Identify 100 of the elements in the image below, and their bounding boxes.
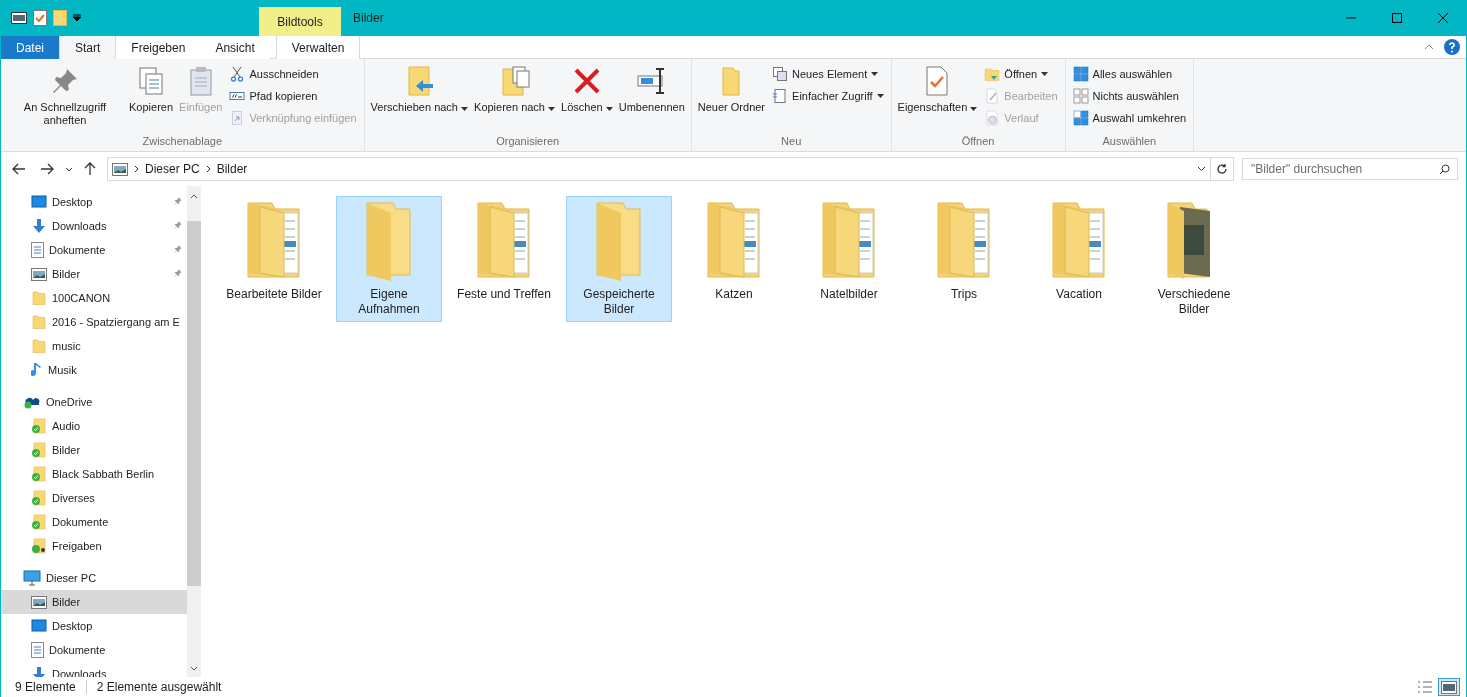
ribbon-button[interactable]: Umbenennen — [616, 63, 687, 116]
computer-icon — [23, 570, 41, 586]
picture-icon — [1441, 680, 1457, 694]
ribbon-button[interactable]: Nichts auswählen — [1069, 85, 1190, 107]
back-icon[interactable] — [12, 163, 26, 175]
synced-folder-icon — [31, 418, 47, 434]
search-field[interactable]: "Bilder" durchsuchen — [1242, 158, 1458, 180]
ribbon-button[interactable]: Öffnen — [981, 63, 1061, 85]
folder-item[interactable]: Katzen — [681, 196, 787, 307]
nav-item[interactable]: Bilder — [1, 262, 187, 286]
ribbon-button[interactable]: Eigenschaften — [895, 63, 980, 116]
folder-icon — [31, 314, 47, 330]
chevron-down-icon[interactable] — [190, 666, 198, 671]
folder-item[interactable]: Eigene Aufnahmen — [336, 196, 442, 322]
chevron-down-icon[interactable] — [1197, 166, 1206, 172]
nav-item[interactable]: Musik — [1, 358, 187, 382]
selection-count: 2 Elemente ausgewählt — [96, 680, 222, 694]
nav-item[interactable]: Dokumente — [1, 238, 187, 262]
ribbon-button[interactable]: Einfacher Zugriff — [769, 85, 887, 107]
picture-icon — [31, 595, 47, 609]
ribbon-button[interactable]: Löschen — [559, 63, 615, 116]
synced-folder-icon — [31, 442, 47, 458]
picture-icon — [31, 267, 47, 281]
ribbon-button[interactable]: Verschieben nach — [368, 63, 471, 116]
nav-item[interactable]: Dieser PC — [1, 566, 187, 590]
folder-item[interactable]: Feste und Treffen — [451, 196, 557, 307]
open-folder-icon — [984, 66, 1001, 82]
nav-item[interactable]: Desktop — [1, 614, 187, 638]
nav-item[interactable]: OneDrive — [1, 390, 187, 414]
breadcrumb[interactable]: Bilder — [216, 162, 248, 176]
nav-item[interactable]: 100CANON — [1, 286, 187, 310]
ribbon-button[interactable]: Neuer Ordner — [695, 63, 768, 116]
monitor-icon — [31, 619, 47, 633]
dropdown-icon[interactable] — [65, 166, 73, 172]
document-icon — [31, 642, 44, 658]
down-arrow-icon — [31, 218, 47, 234]
forward-icon[interactable] — [40, 163, 54, 175]
breadcrumb[interactable]: Dieser PC — [145, 162, 200, 176]
synced-folder-icon — [31, 490, 47, 506]
nav-item[interactable]: Dokumente — [1, 510, 187, 534]
contextual-tab-header: Bildtools — [259, 7, 341, 36]
nav-item[interactable]: Audio — [1, 414, 187, 438]
folder-item[interactable]: Trips — [911, 196, 1017, 307]
address-field[interactable]: Dieser PC Bilder — [107, 157, 1211, 181]
up-arrow-icon[interactable] — [84, 162, 96, 176]
ribbon-button[interactable]: Neues Element — [769, 63, 887, 85]
ribbon-tab[interactable]: Start — [59, 36, 117, 59]
ribbon-button[interactable]: Alles auswählen — [1069, 63, 1190, 85]
item-count: 9 Elemente — [15, 680, 76, 694]
scissors-icon — [229, 66, 246, 82]
nav-item[interactable]: Desktop — [1, 190, 187, 214]
folder-item[interactable]: Vacation — [1026, 196, 1132, 307]
ribbon-button[interactable]: Auswahl umkehren — [1069, 107, 1190, 129]
ribbon-button[interactable]: Kopieren nach — [472, 63, 558, 116]
window-icon — [11, 12, 27, 24]
folder-item[interactable]: Bearbeitete Bilder — [221, 196, 327, 307]
folder-item[interactable]: Gespeicherte Bilder — [566, 196, 672, 322]
large-icons-view-button[interactable] — [1438, 678, 1460, 696]
nav-item[interactable]: Dokumente — [1, 638, 187, 662]
synced-folder-icon — [31, 466, 47, 482]
scrollbar[interactable] — [187, 186, 201, 677]
group-label: Neu — [780, 134, 803, 149]
chevron-right-icon — [134, 165, 139, 173]
nav-item[interactable]: music — [1, 334, 187, 358]
shared-folder-icon — [31, 538, 47, 554]
ribbon-button[interactable]: Kopieren — [127, 63, 176, 116]
history-icon — [984, 110, 1001, 126]
ribbon-button[interactable]: Pfad kopieren — [226, 85, 360, 107]
nav-item[interactable]: Diverses — [1, 486, 187, 510]
monitor-icon — [31, 195, 47, 209]
nav-item[interactable]: Bilder — [1, 438, 187, 462]
nav-item[interactable]: Freigaben — [1, 534, 187, 558]
folder-icon — [31, 338, 47, 354]
nav-item[interactable]: Bilder — [1, 590, 187, 614]
picture-icon — [112, 162, 128, 176]
chevron-up-icon[interactable] — [190, 194, 198, 199]
group-label: Auswählen — [1101, 134, 1158, 149]
dropdown-icon[interactable] — [73, 14, 81, 22]
ribbon-tab[interactable]: Datei — [1, 36, 59, 59]
synced-folder-icon — [31, 514, 47, 530]
group-label: Organisieren — [495, 134, 561, 149]
help-icon[interactable] — [1444, 39, 1460, 55]
ribbon-tab[interactable]: Verwalten — [275, 36, 361, 59]
chevron-up-icon[interactable] — [1424, 44, 1434, 50]
nav-item[interactable]: Downloads — [1, 214, 187, 238]
ribbon-button[interactable]: Ausschneiden — [226, 63, 360, 85]
refresh-button[interactable] — [1210, 157, 1234, 181]
nav-item[interactable]: Black Sabbath Berlin — [1, 462, 187, 486]
document-icon — [31, 242, 44, 258]
folder-icon — [31, 290, 47, 306]
folder-item[interactable]: Verschiedene Bilder — [1141, 196, 1247, 322]
cloud-icon — [23, 395, 41, 409]
checkmark-page-icon[interactable] — [33, 10, 47, 26]
window-title: Bilder — [352, 10, 385, 27]
nav-item[interactable]: 2016 - Spatziergang am E — [1, 310, 187, 334]
maximize-icon[interactable] — [1392, 13, 1402, 23]
group-label: Zwischenablage — [141, 134, 223, 149]
folder-item[interactable]: Natelbilder — [796, 196, 902, 307]
close-icon[interactable] — [1438, 13, 1448, 23]
ribbon-button[interactable]: An Schnellzugriff anheften — [5, 63, 125, 129]
